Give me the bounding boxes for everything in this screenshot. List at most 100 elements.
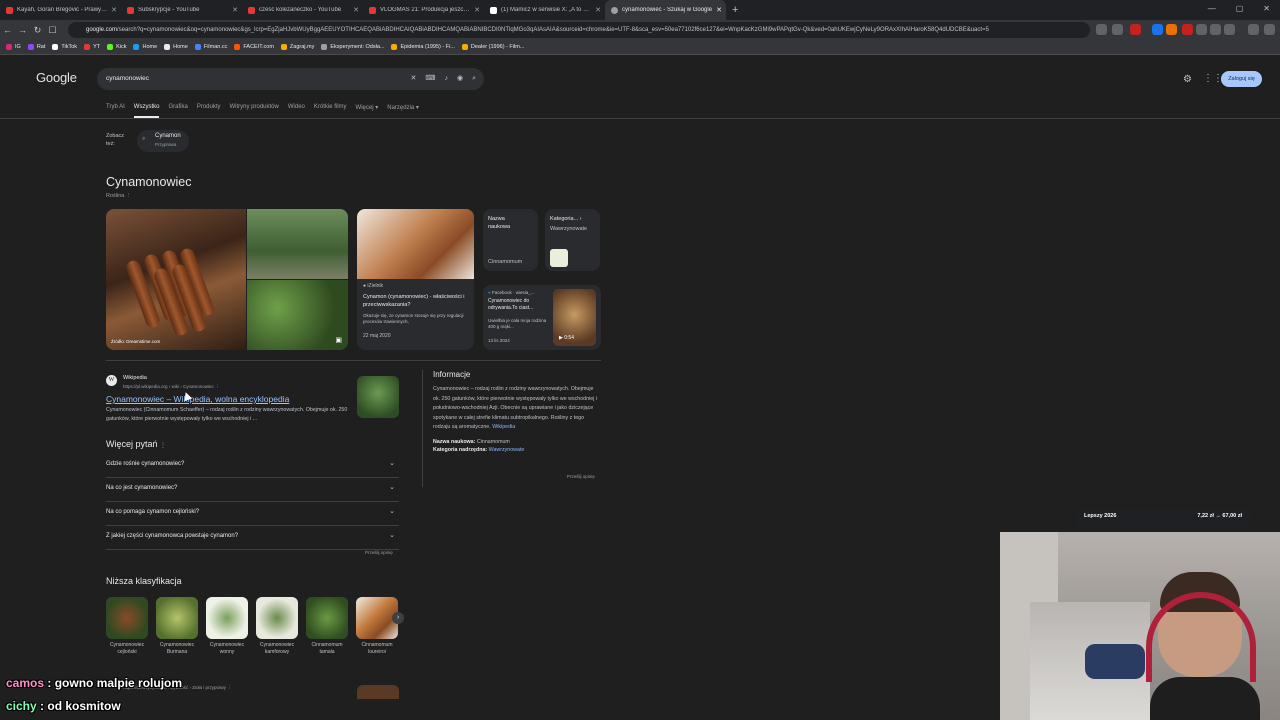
close-tab-icon[interactable]: ✕ (716, 6, 722, 14)
search-input[interactable]: cynamonowiec ✕ ⌨ ♪ ◉ ⌕ (97, 68, 484, 90)
more-icon[interactable]: ⋮ (227, 685, 232, 690)
bookmark-page-icon[interactable]: ☐ (45, 25, 60, 36)
google-logo[interactable]: Google (36, 70, 77, 85)
search-icon[interactable]: ⌕ (472, 68, 476, 90)
browser-tab[interactable]: (1) Mamicz w serwisie X: „A to wiec ✕ (484, 0, 605, 20)
close-tab-icon[interactable]: ✕ (595, 6, 601, 14)
cinnamon-powder-image (357, 209, 474, 279)
result-title-link[interactable]: Cynamonowiec – Wikipedia, wolna encyklop… (106, 394, 289, 404)
back-icon[interactable]: ← (0, 25, 15, 35)
more-icon[interactable]: ⋮ (126, 193, 132, 199)
chevron-right-icon[interactable]: › (392, 612, 404, 624)
url-input[interactable]: google.com/search?q=cynamonowiec&oq=cyna… (68, 22, 1090, 38)
menu-icon[interactable] (1264, 24, 1275, 35)
bookmark[interactable]: Home (133, 44, 157, 50)
category-link[interactable]: Wawrzynowate (489, 447, 525, 453)
plant-image[interactable] (156, 597, 198, 639)
youtube-icon (84, 44, 91, 50)
see-also-chip[interactable]: ⌕ Cynamon Przyprawa (137, 130, 189, 152)
category-tile[interactable]: Kategoria... › Wawrzynowate (545, 209, 600, 271)
tab-products[interactable]: Produkty (197, 104, 221, 118)
bookmark[interactable]: Rat (27, 44, 45, 50)
extension-icon[interactable] (1130, 24, 1141, 35)
search-icon: ⌕ (142, 136, 146, 142)
cinnamon-image[interactable]: Źródło: Dreamstime.com (106, 209, 246, 350)
bookmark[interactable]: Eksperyment: Odsła... (321, 44, 384, 50)
bookmark[interactable]: Kick (107, 44, 126, 50)
bookmark[interactable]: Dealer (1996) - Film... (461, 44, 524, 50)
tab-product-sites[interactable]: Witryny produktów (230, 104, 279, 118)
chevron-down-icon: ⌄ (389, 532, 395, 539)
bookmark[interactable]: YT (84, 44, 100, 50)
bookmark[interactable]: FACEIT.com (234, 44, 274, 50)
close-window-icon[interactable]: ✕ (1263, 4, 1270, 13)
bookmark[interactable]: Epidemia (1995) - Fi... (391, 44, 455, 50)
leaves-image[interactable]: ▣ (247, 280, 348, 350)
close-tab-icon[interactable]: ✕ (111, 6, 117, 14)
browser-tab-active[interactable]: cynamonowiec - Szukaj w Google ✕ (605, 0, 726, 20)
tab-all[interactable]: Wszystko (133, 104, 160, 118)
tab-short-videos[interactable]: Krótkie filmy (314, 104, 347, 118)
lens-icon[interactable]: ◉ (457, 68, 463, 90)
feedback-link[interactable]: Prześlij opinię (567, 474, 595, 479)
paa-question[interactable]: Z jakiej części cynamonowca powstaje cyn… (106, 526, 399, 550)
tree-image[interactable] (247, 209, 348, 279)
maximize-icon[interactable]: ▢ (1236, 4, 1244, 13)
tab-tools[interactable]: Narzędzia ▾ (387, 104, 419, 118)
extension-icon[interactable] (1152, 24, 1163, 35)
extensions-puzzle-icon[interactable] (1196, 24, 1207, 35)
keyboard-icon[interactable]: ⌨ (425, 68, 435, 90)
login-button[interactable]: Zaloguj się (1221, 71, 1262, 87)
extension-icon[interactable] (1182, 24, 1193, 35)
result-thumbnail[interactable] (357, 685, 399, 699)
browser-tab[interactable]: cześć koleżaneczko - YouTube ✕ (242, 0, 363, 20)
tab-more[interactable]: Więcej ▾ (356, 104, 379, 118)
clear-icon[interactable]: ✕ (410, 68, 416, 90)
scientific-name-tile[interactable]: Nazwa naukowa Cinnamomum (483, 209, 538, 271)
settings-gear-icon[interactable]: ⚙ (1183, 74, 1192, 85)
tab-images[interactable]: Grafika (168, 104, 187, 118)
bookmark[interactable]: Home (164, 44, 188, 50)
wikipedia-link[interactable]: Wikipedia (492, 424, 515, 430)
see-also-label: Zobacz też: (106, 133, 125, 147)
plant-image[interactable] (106, 597, 148, 639)
share-icon[interactable] (1112, 24, 1123, 35)
microphone-icon[interactable]: ♪ (444, 68, 448, 90)
instagram-icon (6, 44, 12, 50)
bookmark[interactable]: Zagraj.my (280, 44, 314, 50)
close-tab-icon[interactable]: ✕ (232, 6, 238, 14)
more-icon[interactable]: ⋮ (215, 384, 220, 389)
forward-icon[interactable]: → (15, 25, 30, 35)
paa-question[interactable]: Na co jest cynamonowiec? ⌄ (106, 478, 399, 502)
plant-image[interactable] (206, 597, 248, 639)
browser-tab[interactable]: Kayah, Goran Bregović - Prawy do ✕ (0, 0, 121, 20)
browser-tab[interactable]: Subskrypcje - YouTube ✕ (121, 0, 242, 20)
plant-image[interactable] (256, 597, 298, 639)
close-tab-icon[interactable]: ✕ (474, 6, 480, 14)
more-icon[interactable]: ⋮ (160, 443, 166, 449)
close-tab-icon[interactable]: ✕ (353, 6, 359, 14)
reload-icon[interactable]: ↻ (30, 25, 45, 36)
media-icon[interactable] (1248, 24, 1259, 35)
tab-video[interactable]: Wideo (288, 104, 305, 118)
minimize-icon[interactable]: — (1208, 4, 1216, 13)
article-card[interactable]: ● iZielnik Cynamon (cynamonowiec) - właś… (357, 209, 474, 350)
apps-grid-icon[interactable]: ⋮⋮ (1203, 73, 1223, 84)
plant-image[interactable] (306, 597, 348, 639)
browser-tab[interactable]: VLOGMAS 21: Produkcja jeszcze nie ✕ (363, 0, 484, 20)
new-tab-button[interactable]: + (732, 4, 738, 16)
extension-icon[interactable] (1166, 24, 1177, 35)
bookmark[interactable]: IG (6, 44, 21, 50)
paa-question[interactable]: Gdzie rośnie cynamonowiec? ⌄ (106, 454, 399, 478)
video-card[interactable]: ● Facebook · wiesia_... Cynamonowiec do … (483, 285, 601, 350)
zoom-icon[interactable] (1096, 24, 1107, 35)
youtube-icon (248, 6, 255, 14)
tab-ai-mode[interactable]: Tryb AI (106, 104, 125, 118)
download-icon[interactable] (1210, 24, 1221, 35)
bookmark[interactable]: Filman.cc (194, 44, 227, 50)
result-thumbnail[interactable] (357, 376, 399, 418)
paa-question[interactable]: Na co pomaga cynamon cejloński? ⌄ (106, 502, 399, 526)
profile-icon[interactable] (1224, 24, 1235, 35)
feedback-link[interactable]: Prześlij opinię (365, 550, 393, 555)
bookmark[interactable]: TikTok (52, 44, 77, 50)
